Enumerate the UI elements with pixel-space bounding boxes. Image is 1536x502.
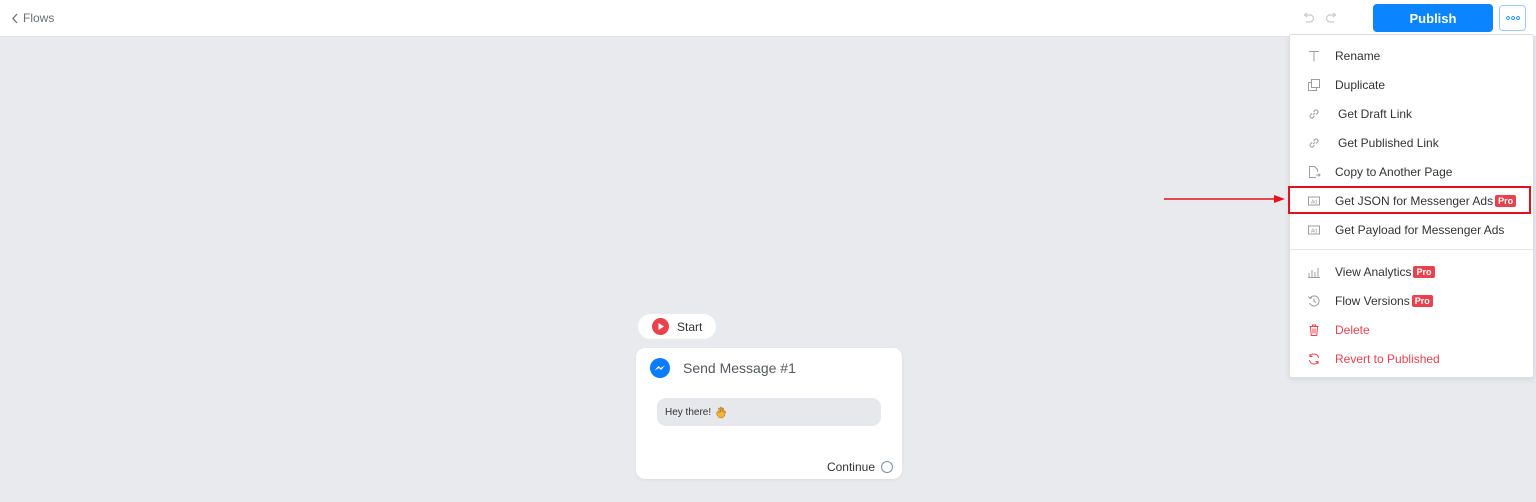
- text-icon: [1309, 51, 1319, 62]
- menu-item-get-payload-messenger-ads[interactable]: Ad Get Payload for Messenger Ads: [1290, 217, 1533, 243]
- continue-connector[interactable]: Continue: [827, 460, 893, 474]
- pro-badge: Pro: [1411, 295, 1433, 307]
- back-link-label: Flows: [23, 11, 55, 25]
- menu-item-label: Flow Versions: [1335, 294, 1410, 308]
- menu-item-revert-to-published[interactable]: Revert to Published: [1290, 346, 1533, 372]
- menu-item-label: Rename: [1335, 49, 1381, 63]
- undo-icon[interactable]: [1301, 11, 1315, 25]
- ellipsis-icon: [1505, 16, 1520, 20]
- menu-item-rename[interactable]: Rename: [1290, 43, 1533, 69]
- menu-item-label-wrap: Flow Versions Pro: [1335, 294, 1433, 308]
- redo-icon[interactable]: [1325, 11, 1339, 25]
- duplicate-icon: [1308, 79, 1320, 91]
- annotation-arrow: [1164, 195, 1285, 203]
- continue-label: Continue: [826, 460, 875, 474]
- menu-item-copy-to-another-page[interactable]: Copy to Another Page: [1290, 159, 1533, 185]
- send-message-card[interactable]: Send Message #1 Hey there! Continue: [636, 348, 902, 479]
- link-icon: [1309, 138, 1319, 148]
- analytics-icon: [1308, 268, 1320, 278]
- menu-item-delete[interactable]: Delete: [1290, 317, 1533, 343]
- start-node[interactable]: Start: [638, 314, 716, 339]
- chevron-left-icon: [12, 13, 18, 23]
- menu-item-get-draft-link[interactable]: Get Draft Link: [1290, 101, 1533, 127]
- trash-icon: [1309, 324, 1319, 336]
- menu-item-label: Get Payload for Messenger Ads: [1335, 223, 1505, 237]
- menu-item-get-published-link[interactable]: Get Published Link: [1290, 130, 1533, 156]
- pro-badge: Pro: [1413, 266, 1435, 278]
- menu-item-label: View Analytics: [1335, 265, 1412, 279]
- connector-circle-icon[interactable]: [881, 461, 893, 473]
- start-label: Start: [677, 319, 703, 334]
- ad-icon: Ad: [1308, 225, 1320, 235]
- more-options-button[interactable]: [1499, 5, 1526, 31]
- menu-item-view-analytics[interactable]: View Analytics Pro: [1290, 259, 1533, 285]
- copy-to-page-icon: [1309, 166, 1321, 178]
- top-toolbar: Flows Publish: [0, 0, 1536, 37]
- menu-item-label: Revert to Published: [1335, 352, 1440, 366]
- menu-item-label: Delete: [1335, 323, 1370, 337]
- menu-item-label: Duplicate: [1335, 78, 1386, 92]
- menu-divider: [1290, 249, 1533, 250]
- menu-item-label: Get Published Link: [1338, 136, 1439, 150]
- message-bubble[interactable]: Hey there!: [657, 398, 881, 426]
- menu-item-duplicate[interactable]: Duplicate: [1290, 72, 1533, 98]
- revert-icon: [1309, 353, 1319, 365]
- messenger-icon: [650, 358, 670, 378]
- play-icon: [652, 318, 669, 335]
- menu-item-label-wrap: View Analytics Pro: [1335, 265, 1435, 279]
- menu-item-label: Copy to Another Page: [1335, 165, 1453, 179]
- publish-button[interactable]: Publish: [1373, 4, 1493, 32]
- card-title: Send Message #1: [683, 360, 796, 376]
- menu-item-flow-versions[interactable]: Flow Versions Pro: [1290, 288, 1533, 314]
- menu-item-label: Get Draft Link: [1338, 107, 1413, 121]
- highlight-annotation-box: [1288, 186, 1531, 214]
- svg-text:Ad: Ad: [1311, 228, 1317, 234]
- message-text: Hey there!: [665, 406, 712, 418]
- history-icon: [1308, 295, 1320, 307]
- back-to-flows-link[interactable]: Flows: [11, 11, 54, 25]
- link-icon: [1309, 109, 1319, 119]
- card-header: Send Message #1: [650, 358, 796, 378]
- waving-hand-icon: [716, 406, 726, 418]
